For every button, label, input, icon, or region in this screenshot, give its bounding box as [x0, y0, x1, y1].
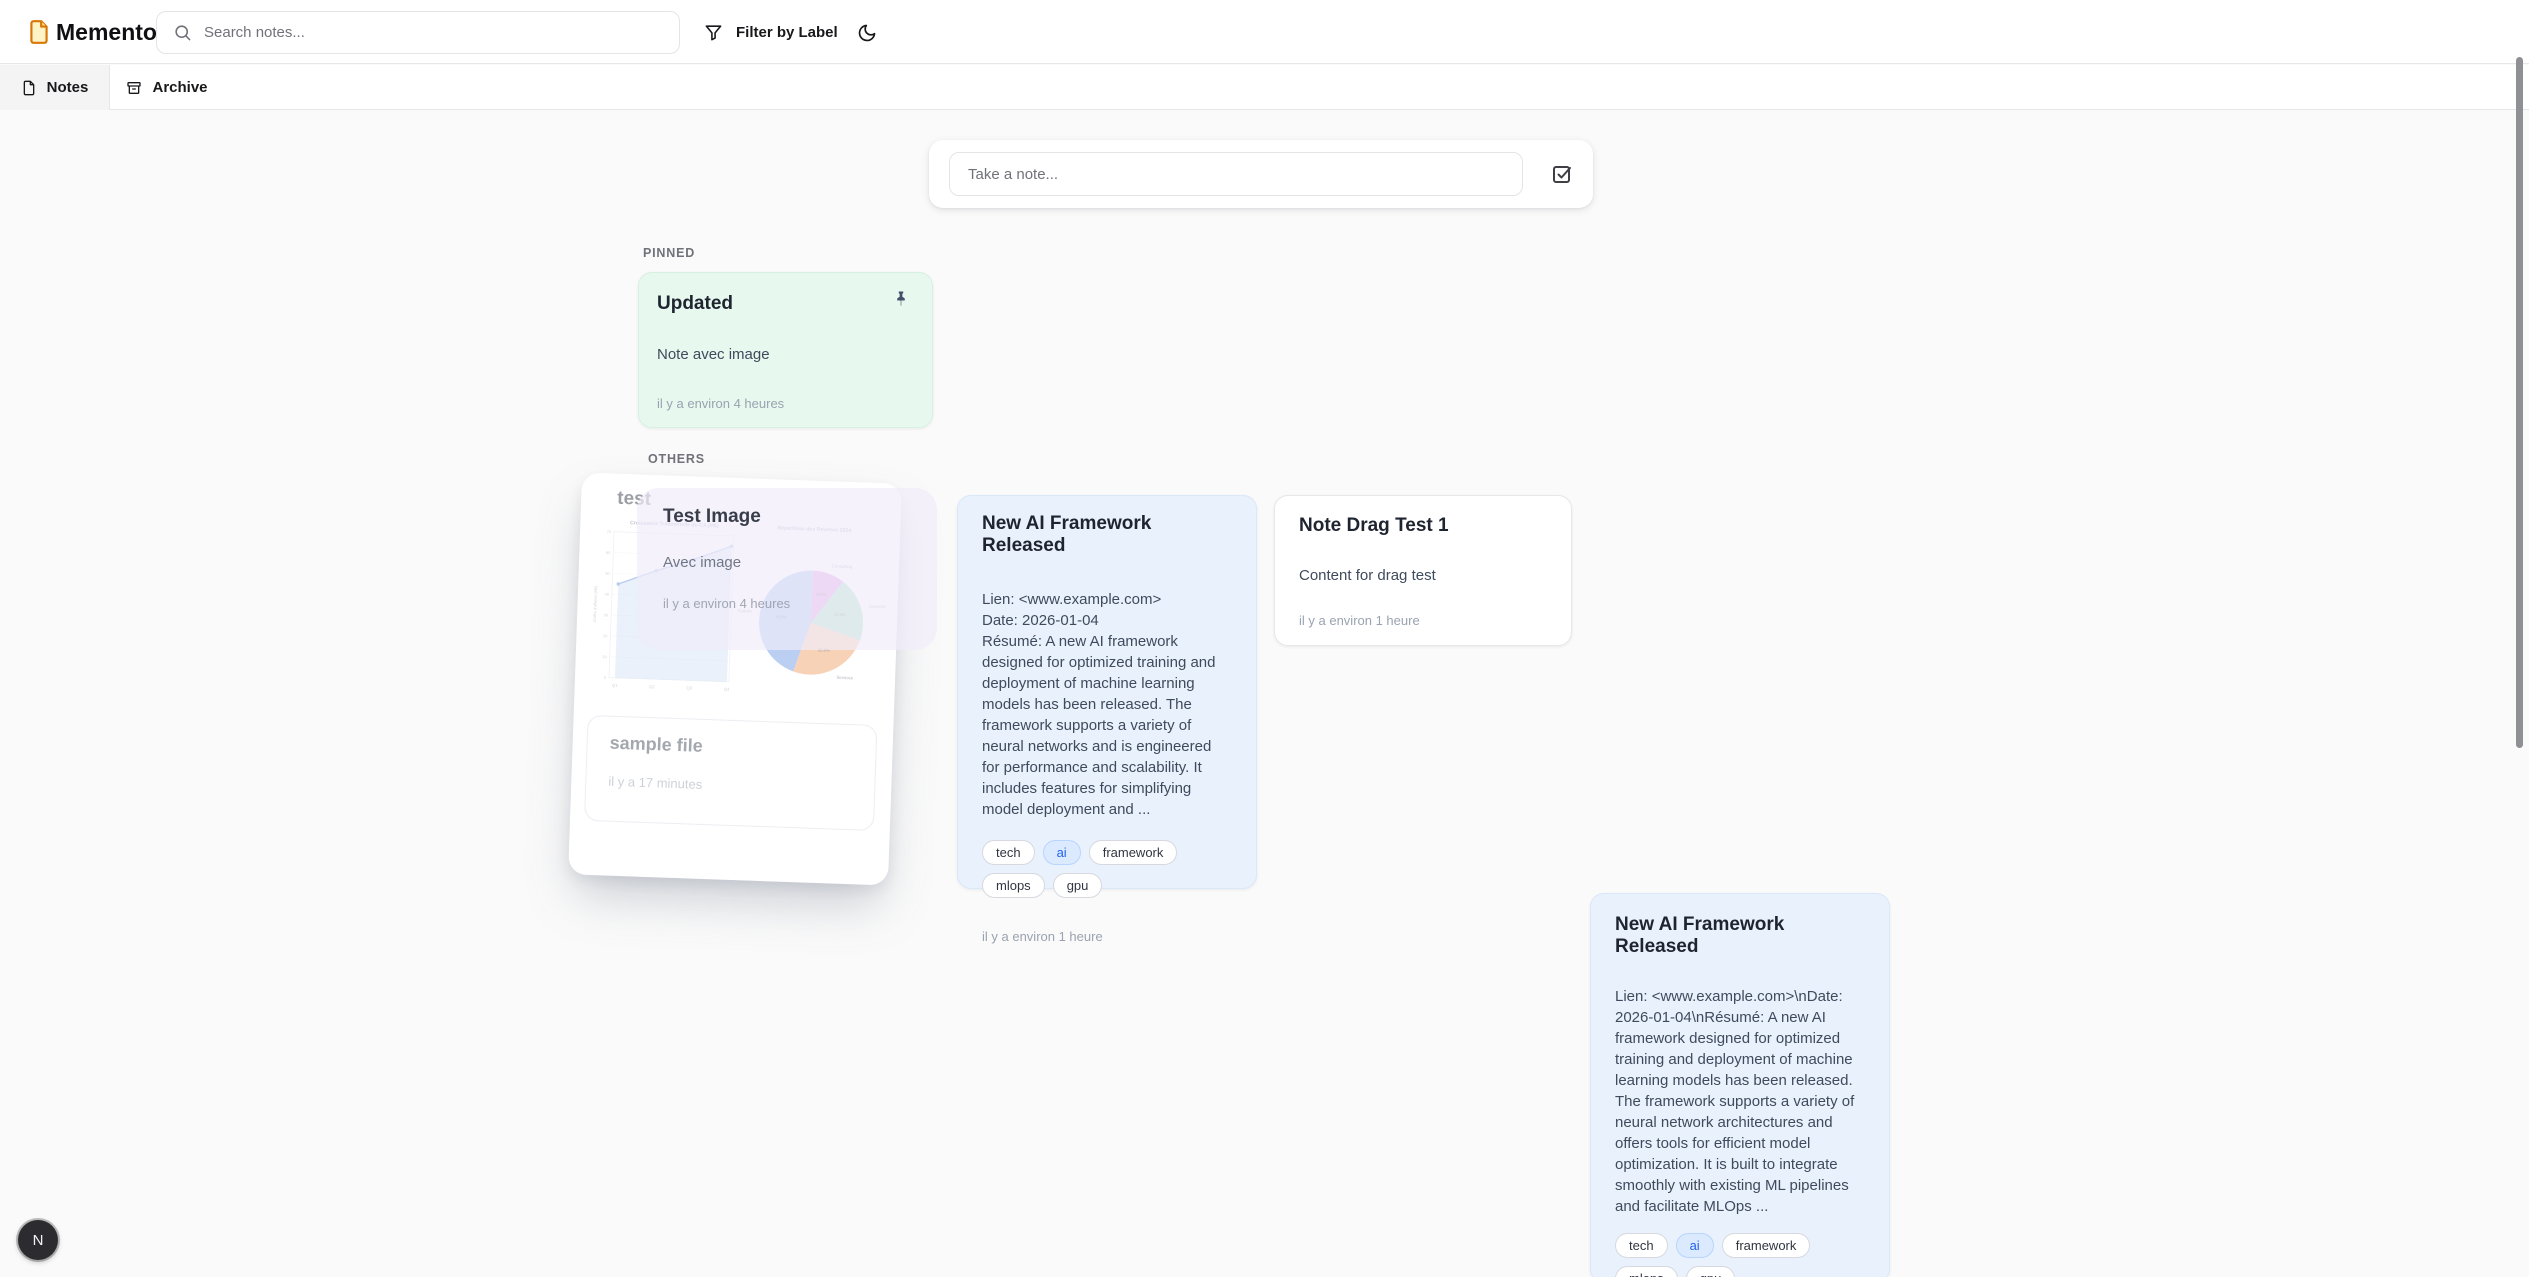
svg-text:30: 30 [604, 613, 608, 617]
svg-text:Chiffre d'affaires (M€): Chiffre d'affaires (M€) [593, 585, 598, 622]
archive-icon [126, 80, 142, 96]
note-title: Note Drag Test 1 [1299, 515, 1547, 537]
svg-text:Q1: Q1 [612, 683, 618, 688]
note-timestamp: il y a environ 1 heure [1299, 613, 1547, 628]
tab-bar: Notes Archive [0, 65, 2529, 110]
tag-list: techai framework mlops gpu [982, 840, 1232, 898]
note-body: Lien: <www.example.com> Date: 2026-01-04… [982, 589, 1232, 820]
checkbox-check-icon [1550, 162, 1574, 186]
svg-text:Q2: Q2 [649, 684, 655, 689]
note-timestamp: il y a environ 4 heures [663, 596, 911, 611]
tag-list: techai framework mlops gpu [1615, 1233, 1865, 1277]
app-logo-icon [26, 17, 52, 47]
app-header: Memento Filter by Label [0, 0, 2529, 64]
note-title: New AI Framework Released [1615, 914, 1865, 958]
note-card-drag-test-1[interactable]: Note Drag Test 1 Content for drag test i… [1274, 495, 1572, 646]
note-card-new-ai-framework[interactable]: New AI Framework Released Lien: <www.exa… [957, 495, 1257, 889]
note-timestamp: il y a environ 1 heure [982, 929, 1232, 944]
search-icon [173, 23, 192, 42]
note-body: Note avec image [657, 344, 914, 365]
svg-text:40: 40 [605, 592, 609, 596]
note-timestamp: il y a 17 minutes [608, 774, 852, 798]
note-composer [929, 140, 1593, 208]
tag-framework[interactable]: framework [1089, 840, 1178, 865]
tab-archive[interactable]: Archive [110, 65, 224, 110]
avatar-initial: N [33, 1232, 44, 1249]
note-card-new-ai-framework-2[interactable]: New AI Framework Released Lien: <www.exa… [1590, 893, 1890, 1277]
pinned-section-label: PINNED [643, 246, 695, 260]
vertical-scrollbar-thumb[interactable] [2516, 57, 2523, 748]
take-a-note-input[interactable] [949, 152, 1523, 196]
note-title: New AI Framework Released [982, 513, 1232, 557]
tab-archive-label: Archive [152, 79, 207, 96]
pin-button[interactable] [892, 285, 920, 313]
svg-text:Q3: Q3 [686, 685, 692, 690]
tag-gpu[interactable]: gpu [1686, 1266, 1736, 1277]
svg-text:70: 70 [607, 530, 611, 534]
tag-ai[interactable]: ai [1043, 840, 1081, 865]
filter-by-label-button[interactable]: Filter by Label [694, 0, 848, 64]
moon-icon [857, 23, 877, 43]
svg-text:Services: Services [836, 675, 853, 681]
tag-ai[interactable]: ai [1676, 1233, 1714, 1258]
note-body: Content for drag test [1299, 565, 1547, 586]
filter-label: Filter by Label [736, 24, 838, 41]
note-body: Avec image [663, 554, 911, 571]
others-section-label: OTHERS [648, 452, 705, 466]
note-title: Updated [657, 293, 914, 315]
note-title: sample file [609, 733, 854, 763]
svg-text:Q4: Q4 [724, 687, 730, 692]
tag-mlops[interactable]: mlops [982, 873, 1045, 898]
svg-text:0: 0 [604, 676, 606, 680]
drag-ghost-test-image: Test Image Avec image il y a environ 4 h… [637, 488, 937, 650]
app-title: Memento [56, 19, 157, 46]
tag-framework[interactable]: framework [1722, 1233, 1811, 1258]
svg-text:60: 60 [606, 551, 610, 555]
filter-icon [704, 23, 723, 42]
search-box[interactable] [156, 11, 680, 54]
note-card-sample-file[interactable]: sample file il y a 17 minutes [584, 715, 878, 831]
note-body: Lien: <www.example.com>\nDate: 2026-01-0… [1615, 986, 1865, 1217]
svg-text:50: 50 [605, 572, 609, 576]
tag-tech[interactable]: tech [982, 840, 1035, 865]
checklist-button[interactable] [1547, 159, 1577, 189]
svg-text:10: 10 [602, 655, 606, 659]
tab-notes[interactable]: Notes [0, 65, 110, 110]
pin-icon [892, 290, 920, 308]
tag-gpu[interactable]: gpu [1053, 873, 1103, 898]
tab-notes-label: Notes [47, 79, 89, 96]
dark-mode-toggle[interactable] [850, 16, 884, 50]
search-input[interactable] [204, 24, 663, 41]
note-icon [21, 80, 37, 96]
note-timestamp: il y a environ 4 heures [657, 396, 914, 411]
svg-text:20: 20 [603, 634, 607, 638]
user-avatar[interactable]: N [18, 1220, 58, 1260]
tag-mlops[interactable]: mlops [1615, 1266, 1678, 1277]
tag-tech[interactable]: tech [1615, 1233, 1668, 1258]
note-title: Test Image [663, 506, 911, 528]
note-card-updated[interactable]: Updated Note avec image il y a environ 4… [638, 272, 933, 428]
